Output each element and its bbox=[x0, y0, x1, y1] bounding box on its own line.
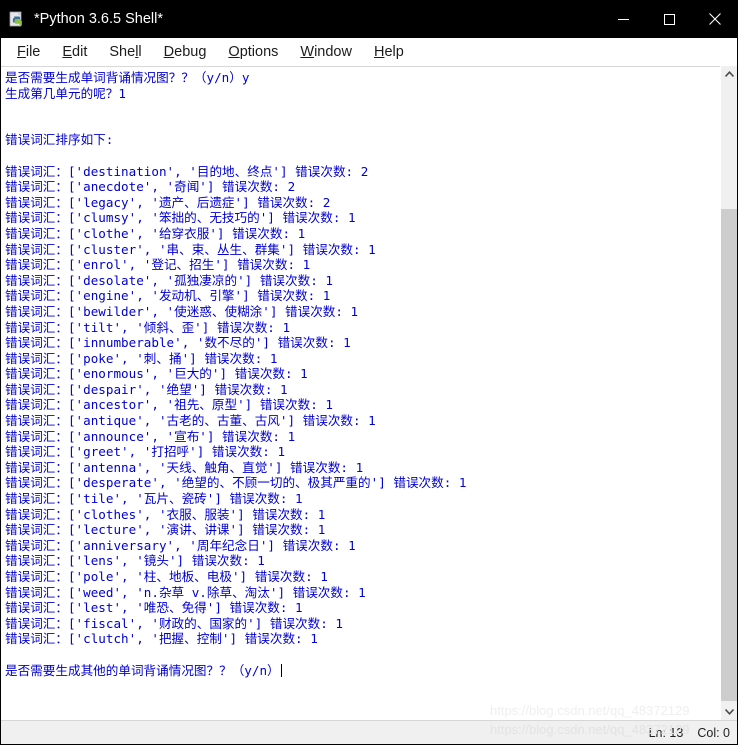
minimize-button[interactable] bbox=[600, 0, 646, 38]
vertical-scrollbar[interactable] bbox=[720, 66, 738, 720]
console-line: 是否需要生成单词背诵情况图？？（y/n）y bbox=[5, 70, 250, 85]
console-output[interactable]: 是否需要生成单词背诵情况图？？（y/n）y 生成第几单元的呢？1 错误词汇排序如下:… bbox=[1, 67, 720, 720]
title-bar: *Python 3.6.5 Shell* bbox=[0, 0, 738, 38]
console-line: 错误词汇：['bewilder', '使迷惑、使糊涂'] 错误次数: 1 bbox=[5, 303, 359, 319]
menu-item-debug[interactable]: Debug bbox=[153, 43, 218, 61]
menu-item-shell-post: l bbox=[138, 43, 142, 60]
close-button[interactable] bbox=[692, 0, 738, 38]
console-line: 错误词汇：['antique', '古老的、古董、古风'] 错误次数: 1 bbox=[5, 413, 376, 429]
menu-item-help-rest: elp bbox=[384, 43, 404, 60]
menu-item-debug-rest: ebug bbox=[174, 43, 207, 60]
scrollbar-thumb[interactable] bbox=[721, 209, 738, 701]
status-line-indicator: Ln: 13 bbox=[648, 726, 684, 740]
shell-body: 是否需要生成单词背诵情况图？？（y/n）y 生成第几单元的呢？1 错误词汇排序如下:… bbox=[0, 66, 738, 720]
console-line: 错误词汇：['lest', '唯恐、免得'] 错误次数: 1 bbox=[5, 600, 303, 616]
menu-bar: File Edit Shell Debug Options Window Hel… bbox=[0, 38, 738, 66]
console-line: 错误词汇：['poke', '刺、捅'] 错误次数: 1 bbox=[5, 350, 278, 366]
window-controls bbox=[600, 0, 738, 38]
console-line: 错误词汇：['desolate', '孤独凄凉的'] 错误次数: 1 bbox=[5, 272, 333, 288]
console-line: 错误词汇：['tile', '瓦片、瓷砖'] 错误次数: 1 bbox=[5, 491, 303, 507]
menu-item-shell-pre: She bbox=[109, 43, 136, 60]
scroll-up-arrow-icon[interactable] bbox=[721, 66, 738, 83]
console-line: 错误词汇：['cluster', '串、束、丛生、群集'] 错误次数: 1 bbox=[5, 241, 376, 257]
console-line: 错误词汇排序如下: bbox=[5, 132, 114, 148]
console-line: 错误词汇：['engine', '发动机、引擎'] 错误次数: 1 bbox=[5, 288, 331, 304]
console-line: 错误词汇：['clothes', '衣服、服装'] 错误次数: 1 bbox=[5, 506, 326, 522]
window-title: *Python 3.6.5 Shell* bbox=[34, 11, 163, 27]
menu-item-window-rest: indow bbox=[314, 43, 352, 60]
console-line: 错误词汇：['weed', 'n.杂草 v.除草、淘汰'] 错误次数: 1 bbox=[5, 584, 366, 600]
console-line: 错误词汇：['destination', '目的地、终点'] 错误次数: 2 bbox=[5, 163, 369, 179]
console-line: 错误词汇：['enormous', '巨大的'] 错误次数: 1 bbox=[5, 366, 308, 382]
console-line: 错误词汇：['despair', '绝望'] 错误次数: 1 bbox=[5, 381, 288, 397]
console-line: 错误词汇：['ancestor', '祖先、原型'] 错误次数: 1 bbox=[5, 397, 333, 413]
console-line: 错误词汇：['pole', '柱、地板、电极'] 错误次数: 1 bbox=[5, 569, 328, 584]
menu-item-help[interactable]: Help bbox=[363, 43, 415, 61]
menu-item-file-rest: ile bbox=[25, 43, 41, 60]
console-line: 错误词汇：['enrol', '登记、招生'] 错误次数: 1 bbox=[5, 257, 311, 273]
console-line: 错误词汇：['clutch', '把握、控制'] 错误次数: 1 bbox=[5, 631, 318, 647]
python-idle-icon bbox=[9, 11, 26, 28]
console-prompt-line: 是否需要生成其他的单词背诵情况图？？（y/n） bbox=[5, 662, 282, 678]
menu-item-options[interactable]: Options bbox=[217, 43, 289, 61]
console-line: 错误词汇：['fiscal', '财政的、国家的'] 错误次数: 1 bbox=[5, 615, 343, 631]
menu-item-file[interactable]: File bbox=[6, 43, 51, 61]
console-line: 错误词汇：['tilt', '倾斜、歪'] 错误次数: 1 bbox=[5, 319, 291, 335]
idle-shell-window: *Python 3.6.5 Shell* File Edit Shell Deb… bbox=[0, 0, 738, 745]
scroll-down-arrow-icon[interactable] bbox=[721, 703, 738, 720]
menu-item-shell[interactable]: Shell bbox=[98, 43, 152, 61]
menu-item-options-rest: ptions bbox=[239, 43, 279, 60]
status-column-indicator: Col: 0 bbox=[697, 726, 730, 740]
console-line: 错误词汇：['lens', '镜头'] 错误次数: 1 bbox=[5, 553, 265, 569]
menu-item-edit-rest: dit bbox=[72, 43, 88, 60]
console-line: 错误词汇：['clothe', '给穿衣服'] 错误次数: 1 bbox=[5, 225, 306, 241]
console-line: 错误词汇：['anniversary', '周年纪念日'] 错误次数: 1 bbox=[5, 537, 356, 553]
status-bar: https://blog.csdn.net/qq_48372129 Ln: 13… bbox=[0, 720, 738, 745]
console-line: 错误词汇：['anecdote', '奇闻'] 错误次数: 2 bbox=[5, 179, 296, 195]
console-line: 错误词汇：['antenna', '天线、触角、直觉'] 错误次数: 1 bbox=[5, 459, 364, 475]
maximize-button[interactable] bbox=[646, 0, 692, 38]
console-line: 错误词汇：['clumsy', '笨拙的、无技巧的'] 错误次数: 1 bbox=[5, 210, 356, 226]
console-line: 错误词汇：['announce', '宣布'] 错误次数: 1 bbox=[5, 428, 296, 444]
console-line: 错误词汇：['greet', '打招呼'] 错误次数: 1 bbox=[5, 444, 286, 460]
console-line: 错误词汇：['legacy', '遗产、后遗症'] 错误次数: 2 bbox=[5, 194, 331, 210]
console-line: 错误词汇：['lecture', '演讲、讲课'] 错误次数: 1 bbox=[5, 522, 326, 538]
menu-item-edit[interactable]: Edit bbox=[51, 43, 98, 61]
console-viewport[interactable]: 是否需要生成单词背诵情况图？？（y/n）y 生成第几单元的呢？1 错误词汇排序如下:… bbox=[0, 66, 720, 720]
menu-item-window[interactable]: Window bbox=[289, 43, 363, 61]
text-cursor bbox=[280, 663, 282, 677]
console-line: 错误词汇：['innumberable', '数不尽的'] 错误次数: 1 bbox=[5, 335, 351, 351]
console-line: 生成第几单元的呢？1 bbox=[5, 85, 126, 101]
console-line: 错误词汇：['desperate', '绝望的、不顾一切的、极其严重的'] 错误… bbox=[5, 475, 467, 491]
